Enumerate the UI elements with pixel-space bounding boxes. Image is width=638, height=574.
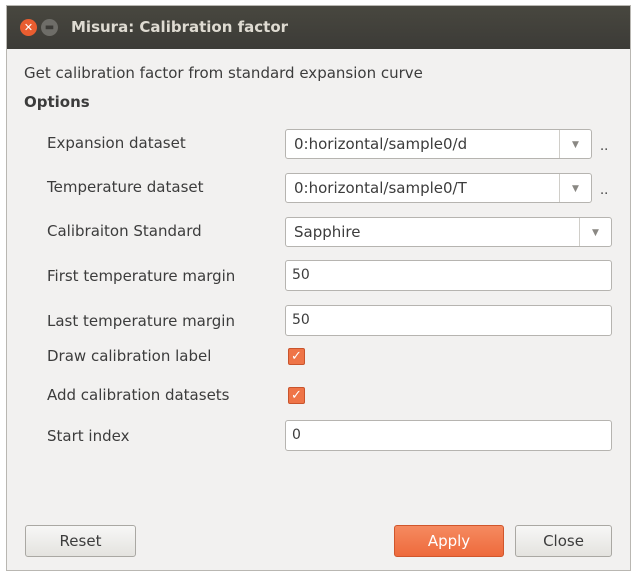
- title-bar: ✕ ▬ Misura: Calibration factor: [7, 6, 630, 49]
- close-button[interactable]: Close: [515, 525, 612, 557]
- temperature-dataset-combo[interactable]: 0:horizontal/sample0/T ▼: [285, 173, 592, 203]
- minimize-window-icon[interactable]: ▬: [41, 19, 58, 36]
- calibration-standard-value: Sapphire: [294, 223, 361, 241]
- apply-button[interactable]: Apply: [394, 525, 504, 557]
- first-temperature-margin-value: 50: [292, 267, 310, 283]
- chevron-down-icon[interactable]: ▼: [579, 218, 611, 246]
- start-index-input[interactable]: 0: [285, 420, 612, 451]
- temperature-dataset-more-button[interactable]: ..: [600, 183, 608, 198]
- expansion-dataset-combo[interactable]: 0:horizontal/sample0/d ▼: [285, 129, 592, 159]
- start-index-value: 0: [292, 427, 301, 443]
- options-heading: Options: [24, 93, 90, 111]
- window-title: Misura: Calibration factor: [71, 18, 289, 36]
- first-temperature-margin-input[interactable]: 50: [285, 260, 612, 291]
- draw-calibration-label-label: Draw calibration label: [47, 347, 212, 365]
- expansion-dataset-more-button[interactable]: ..: [600, 139, 608, 154]
- close-window-icon[interactable]: ✕: [20, 19, 37, 36]
- last-temperature-margin-value: 50: [292, 312, 310, 328]
- chevron-down-icon[interactable]: ▼: [559, 174, 591, 202]
- calibration-standard-label: Calibraiton Standard: [47, 222, 202, 240]
- temperature-dataset-label: Temperature dataset: [47, 178, 204, 196]
- dialog-description: Get calibration factor from standard exp…: [24, 64, 423, 82]
- expansion-dataset-value: 0:horizontal/sample0/d: [294, 135, 468, 153]
- chevron-down-icon[interactable]: ▼: [559, 130, 591, 158]
- last-temperature-margin-label: Last temperature margin: [47, 312, 235, 330]
- reset-button[interactable]: Reset: [25, 525, 136, 557]
- draw-calibration-label-checkbox[interactable]: ✓: [288, 348, 305, 365]
- dialog-window: ✕ ▬ Misura: Calibration factor Get calib…: [6, 5, 631, 571]
- add-calibration-datasets-checkbox[interactable]: ✓: [288, 387, 305, 404]
- last-temperature-margin-input[interactable]: 50: [285, 305, 612, 336]
- calibration-standard-combo[interactable]: Sapphire ▼: [285, 217, 612, 247]
- add-calibration-datasets-label: Add calibration datasets: [47, 386, 230, 404]
- temperature-dataset-value: 0:horizontal/sample0/T: [294, 179, 467, 197]
- start-index-label: Start index: [47, 427, 130, 445]
- expansion-dataset-label: Expansion dataset: [47, 134, 186, 152]
- first-temperature-margin-label: First temperature margin: [47, 267, 236, 285]
